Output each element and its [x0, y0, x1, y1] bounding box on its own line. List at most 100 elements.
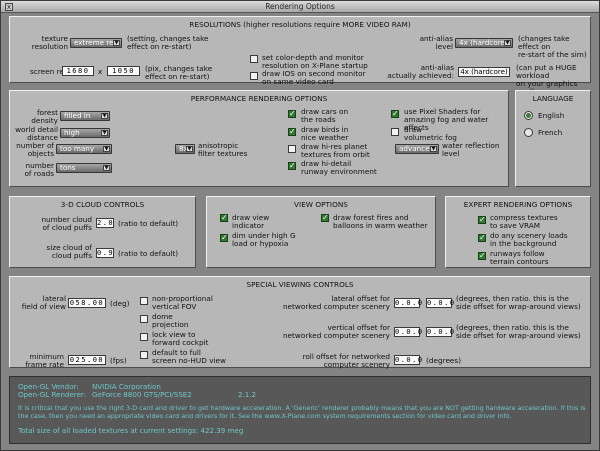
water-reflection-label: water reflection level: [442, 141, 500, 158]
forest-density-dropdown[interactable]: filled in ▼: [60, 111, 110, 121]
cloud-number-note: (ratio to default): [118, 219, 179, 228]
expert-title: EXPERT RENDERING OPTIONS: [463, 200, 573, 209]
chevron-down-icon: ▼: [101, 130, 108, 136]
vertical-offset-note: (degrees, then ratio. this is the side o…: [456, 323, 581, 340]
ios-second-monitor-label: draw IOS on second monitor on same video…: [262, 69, 366, 86]
anisotropic-dropdown[interactable]: 8x ▼: [175, 144, 195, 154]
pixel-shaders-checkbox[interactable]: [391, 109, 399, 118]
cloud-size-input[interactable]: 0.9: [96, 248, 114, 258]
title-bar: Rendering Options x: [1, 1, 599, 13]
texture-resolution-value: extreme res: [74, 38, 118, 47]
water-reflection-dropdown[interactable]: advanced ▼: [395, 144, 439, 154]
chevron-down-icon: ▼: [103, 146, 110, 152]
dim-high-g-label: dim under high G load or hypoxia: [232, 231, 296, 248]
dome-projection-checkbox[interactable]: [140, 315, 148, 323]
dim-high-g-checkbox[interactable]: [220, 233, 228, 242]
world-detail-label: world detail distance: [15, 125, 58, 142]
english-radio[interactable]: [524, 111, 533, 120]
lock-view-label: lock view to forward cockpit: [152, 330, 209, 347]
anti-alias-dropdown[interactable]: 4x (hardcore) ▼: [455, 38, 513, 48]
non-proportional-fov-label: non-proportional vertical FOV: [152, 294, 213, 311]
cloud-title: 3-D CLOUD CONTROLS: [60, 200, 145, 209]
window-title: Rendering Options: [265, 2, 335, 11]
anti-alias-value: 4x (hardcore): [459, 38, 508, 47]
fov-unit: (deg): [110, 299, 130, 308]
volumetric-fog-label: draw volumetric fog: [404, 125, 457, 142]
volumetric-fog-checkbox[interactable]: [391, 128, 399, 136]
performance-title: PERFORMANCE RENDERING OPTIONS: [190, 94, 328, 103]
opengl-renderer-label: Open-GL Renderer:: [18, 390, 87, 399]
forest-density-value: filled in: [64, 111, 91, 120]
forest-fires-checkbox[interactable]: [321, 213, 329, 222]
frame-rate-label: minimum frame rate: [25, 352, 64, 369]
number-roads-value: tons: [60, 163, 76, 172]
opengl-renderer-value: GeForce 8800 GTS/PCI/SSE2: [92, 390, 192, 399]
draw-cars-checkbox[interactable]: [288, 109, 296, 118]
lateral-offset-deg-input[interactable]: 0.0.0: [394, 298, 422, 308]
cloud-size-label: size cloud of cloud puffs: [46, 243, 92, 260]
special-viewing-panel: SPECIAL VIEWING CONTROLS lateral field o…: [9, 276, 591, 369]
texture-resolution-dropdown[interactable]: extreme res ▼: [70, 38, 122, 48]
ios-second-monitor-checkbox[interactable]: [250, 72, 258, 80]
full-screen-no-hud-label: default to full screen no-HUD view: [152, 348, 227, 365]
world-detail-dropdown[interactable]: high ▼: [60, 128, 110, 138]
view-indicator-checkbox[interactable]: [220, 213, 228, 222]
chevron-down-icon: ▼: [101, 113, 108, 119]
texture-resolution-label: texture resolution: [31, 34, 68, 51]
runways-terrain-checkbox[interactable]: [478, 251, 486, 260]
french-radio[interactable]: [524, 128, 533, 137]
cloud-number-input[interactable]: 2.0: [96, 218, 114, 228]
anti-alias-note: (changes take effect on re-start of the …: [518, 34, 587, 59]
fov-label: lateral field of view: [21, 294, 66, 311]
chevron-down-icon: ▼: [186, 146, 193, 152]
english-label: English: [538, 111, 565, 120]
color-depth-checkbox[interactable]: [250, 55, 258, 63]
performance-panel: PERFORMANCE RENDERING OPTIONS forest den…: [9, 90, 509, 187]
opengl-info-panel: Open-GL Vendor: NVIDIA Corporation Open-…: [9, 376, 591, 444]
water-reflection-value: advanced: [399, 144, 435, 153]
fov-input[interactable]: 058.00: [68, 298, 106, 308]
screen-width-input[interactable]: 1680: [62, 66, 94, 76]
cloud-size-note: (ratio to default): [118, 249, 179, 258]
chevron-down-icon: ▼: [504, 40, 511, 46]
color-depth-label: set color-depth and monitor resolution o…: [262, 53, 368, 70]
chevron-down-icon: ▼: [113, 40, 120, 46]
forest-density-label: forest density: [31, 108, 58, 125]
anisotropic-label: anisotropic filter textures: [198, 141, 248, 158]
runways-terrain-label: runways follow terrain contours: [490, 249, 549, 266]
anti-alias-achieved-value: 4x (hardcore): [458, 67, 510, 77]
close-icon[interactable]: x: [5, 3, 13, 11]
lateral-offset-ratio-input[interactable]: 0.0.0: [426, 298, 454, 308]
frame-rate-input[interactable]: 025.00: [68, 355, 106, 365]
hi-detail-runway-checkbox[interactable]: [288, 161, 296, 170]
lock-view-checkbox[interactable]: [140, 333, 148, 341]
chevron-down-icon: ▼: [103, 165, 110, 171]
texture-size-total: Total size of all loaded textures at cur…: [18, 426, 244, 435]
cloud-number-label: number cloud of cloud puffs: [41, 215, 92, 232]
roll-offset-input[interactable]: 0.0.0: [394, 355, 422, 365]
screen-height-input[interactable]: 1050: [107, 66, 140, 76]
full-screen-no-hud-checkbox[interactable]: [140, 351, 148, 359]
vertical-offset-label: vertical offset for networked computer s…: [282, 323, 390, 340]
view-title: VIEW OPTIONS: [294, 200, 348, 209]
roll-offset-label: roll offset for networked computer scene…: [302, 352, 391, 369]
screen-x-label: x: [98, 67, 103, 76]
forest-fires-label: draw forest fires and balloons in warm w…: [333, 213, 428, 230]
rendering-options-window: Rendering Options x RESOLUTIONS (higher …: [0, 0, 600, 451]
compress-textures-checkbox[interactable]: [478, 215, 486, 224]
expert-options-panel: EXPERT RENDERING OPTIONS compress textur…: [445, 196, 591, 268]
vertical-offset-ratio-input[interactable]: 0.0.0: [426, 327, 454, 337]
draw-birds-checkbox[interactable]: [288, 127, 296, 136]
number-roads-dropdown[interactable]: tons ▼: [56, 163, 112, 173]
vertical-offset-deg-input[interactable]: 0.0.0: [394, 327, 422, 337]
background-loads-checkbox[interactable]: [478, 233, 486, 242]
number-objects-value: too many: [60, 144, 95, 153]
language-title: LANGUAGE: [532, 94, 574, 103]
hi-res-planet-checkbox[interactable]: [288, 145, 296, 153]
draw-birds-label: draw birds in nice weather: [301, 125, 349, 142]
acceleration-note-line1: It is critical that you use the right 3-…: [18, 405, 586, 412]
view-options-panel: VIEW OPTIONS draw view indicator dim und…: [206, 196, 436, 268]
non-proportional-fov-checkbox[interactable]: [140, 297, 148, 305]
number-objects-dropdown[interactable]: too many ▼: [56, 144, 112, 154]
resolutions-title: RESOLUTIONS (higher resolutions require …: [189, 20, 411, 29]
